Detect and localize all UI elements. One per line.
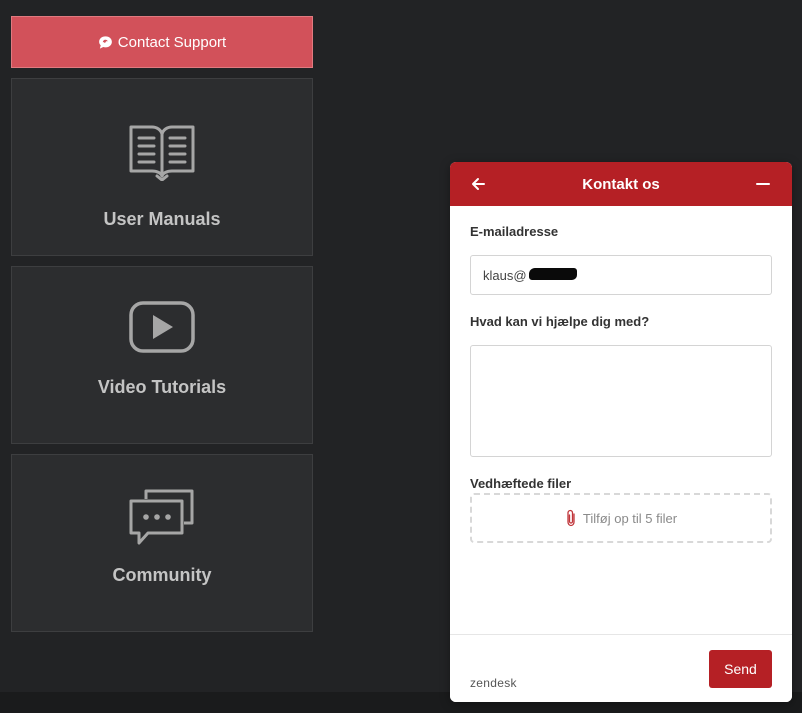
card-community[interactable]: Community (11, 454, 313, 632)
arrow-left-icon[interactable] (470, 176, 486, 192)
dropzone-text: Tilføj op til 5 filer (582, 510, 678, 526)
open-book-icon (129, 125, 195, 181)
message-textarea[interactable] (470, 345, 772, 457)
attachment-dropzone[interactable]: Tilføj op til 5 filer (470, 493, 772, 543)
contact-support-button[interactable]: Contact Support (11, 16, 313, 68)
card-video-tutorials[interactable]: Video Tutorials (11, 266, 313, 444)
contact-widget: Kontakt os E-mailadresse Hvad kan vi hjæ… (450, 162, 792, 702)
card-label: Video Tutorials (97, 377, 227, 397)
card-label: User Manuals (103, 209, 221, 229)
zendesk-logo[interactable]: zendesk (470, 676, 517, 690)
minus-icon[interactable] (756, 176, 770, 192)
email-field[interactable] (470, 255, 772, 295)
widget-footer: zendesk Send (450, 634, 792, 702)
send-button[interactable]: Send (709, 650, 772, 688)
card-label: Community (112, 565, 212, 585)
message-label: Hvad kan vi hjælpe dig med? (470, 314, 650, 329)
chat-bubble-icon (98, 35, 112, 49)
play-icon (129, 301, 195, 353)
chat-bubbles-icon (129, 489, 194, 545)
widget-title: Kontakt os (582, 175, 660, 193)
widget-header: Kontakt os (450, 162, 792, 206)
paperclip-icon (567, 509, 575, 527)
redacted-email-part (529, 268, 577, 280)
card-user-manuals[interactable]: User Manuals (11, 78, 313, 256)
email-label: E-mailadresse (470, 224, 559, 239)
attachments-label: Vedhæftede filer (470, 476, 572, 491)
contact-support-label: Contact Support (117, 33, 227, 51)
